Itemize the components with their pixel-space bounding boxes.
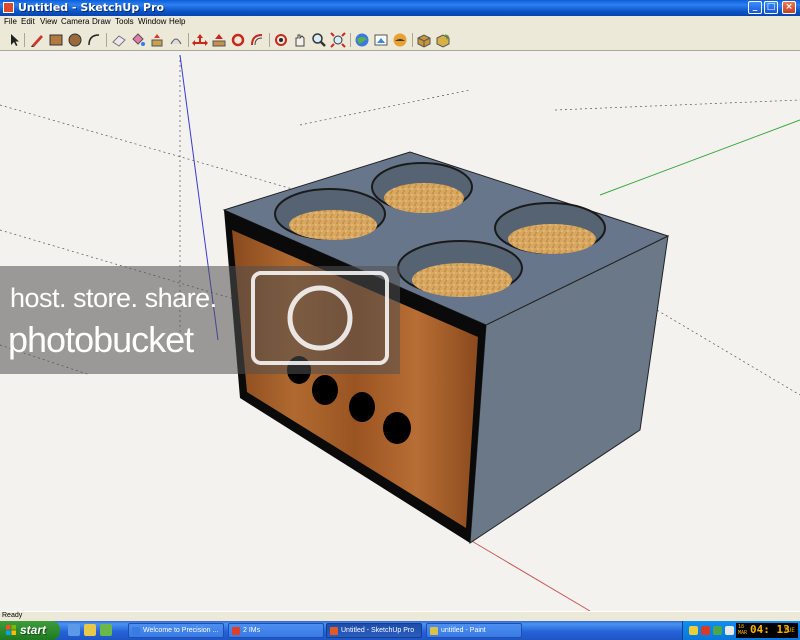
watermark-tagline: host. store. share. bbox=[10, 283, 217, 313]
title-bar: Untitled - SketchUp Pro _ □ × bbox=[0, 0, 800, 16]
components-icon[interactable] bbox=[416, 32, 432, 48]
front-port-hole bbox=[312, 375, 338, 405]
zoom-extents-icon[interactable] bbox=[330, 32, 346, 48]
sketchup-app-icon[interactable] bbox=[3, 2, 14, 13]
speaker-hole bbox=[274, 188, 386, 240]
browser-icon bbox=[132, 627, 140, 635]
task-sketchup[interactable]: Untitled - SketchUp Pro bbox=[326, 623, 422, 638]
menu-file[interactable]: File bbox=[4, 17, 17, 26]
tray-icon[interactable] bbox=[701, 626, 710, 635]
pan-hand-icon[interactable] bbox=[292, 32, 308, 48]
clock-weekday: TUE bbox=[784, 627, 795, 634]
start-label: start bbox=[20, 623, 47, 637]
clock-date-month: MAR bbox=[738, 630, 748, 636]
messenger-icon[interactable] bbox=[84, 624, 96, 636]
red-axis bbox=[469, 539, 591, 611]
close-button[interactable]: × bbox=[782, 1, 796, 14]
tray-icon[interactable] bbox=[725, 626, 734, 635]
rectangle-icon[interactable] bbox=[48, 32, 64, 48]
system-clock[interactable]: 18 MAR 04: 13 TUE bbox=[736, 623, 798, 638]
eraser-icon[interactable] bbox=[111, 32, 127, 48]
maximize-button[interactable]: □ bbox=[764, 1, 778, 14]
task-paint[interactable]: untitled - Paint bbox=[426, 623, 522, 638]
desktop-icon[interactable] bbox=[100, 624, 112, 636]
follow-me-icon[interactable] bbox=[168, 32, 184, 48]
google-earth-icon[interactable] bbox=[354, 32, 370, 48]
circle-icon[interactable] bbox=[67, 32, 83, 48]
menu-edit[interactable]: Edit bbox=[21, 17, 35, 26]
rotate-icon[interactable] bbox=[230, 32, 246, 48]
pencil-icon[interactable] bbox=[29, 32, 45, 48]
watermark-brand: photobucket bbox=[8, 319, 194, 360]
speaker-hole bbox=[494, 202, 606, 254]
menu-view[interactable]: View bbox=[40, 17, 57, 26]
move-icon[interactable] bbox=[192, 32, 208, 48]
clock-date: 18 MAR bbox=[738, 624, 747, 636]
menu-bar: File Edit View Camera Draw Tools Window … bbox=[0, 16, 800, 30]
select-arrow-icon[interactable] bbox=[6, 32, 22, 48]
start-button[interactable]: start bbox=[0, 621, 60, 640]
task-label: Untitled - SketchUp Pro bbox=[341, 627, 415, 634]
camera-logo-icon bbox=[251, 271, 389, 365]
windows-flag-icon bbox=[6, 625, 16, 635]
menu-camera[interactable]: Camera bbox=[61, 17, 89, 26]
front-port-hole bbox=[383, 412, 411, 444]
push-pull-icon[interactable] bbox=[149, 32, 165, 48]
status-text: Ready bbox=[2, 612, 23, 619]
toolbar-separator bbox=[412, 33, 413, 47]
orbit-icon[interactable] bbox=[273, 32, 289, 48]
materials-icon[interactable] bbox=[435, 32, 451, 48]
menu-tools[interactable]: Tools bbox=[115, 17, 134, 26]
paint-icon bbox=[430, 627, 438, 635]
toolbar-separator bbox=[106, 33, 107, 47]
arc-icon[interactable] bbox=[86, 32, 102, 48]
menu-draw[interactable]: Draw bbox=[92, 17, 111, 26]
task-label: Welcome to Precision ... bbox=[143, 627, 219, 634]
menu-help[interactable]: Help bbox=[169, 17, 185, 26]
tray-icon[interactable] bbox=[689, 626, 698, 635]
toolbar-separator bbox=[24, 33, 25, 47]
toolbar-separator bbox=[350, 33, 351, 47]
task-label: untitled - Paint bbox=[441, 627, 486, 634]
offset-icon[interactable] bbox=[249, 32, 265, 48]
toolbar-separator bbox=[269, 33, 270, 47]
internet-explorer-icon[interactable] bbox=[68, 624, 80, 636]
taskbar: start Welcome to Precision ... 2 IMs Unt… bbox=[0, 621, 800, 640]
green-axis bbox=[599, 119, 800, 196]
toolbar bbox=[0, 30, 800, 51]
front-port-hole bbox=[349, 392, 375, 422]
get-models-icon[interactable] bbox=[373, 32, 389, 48]
toolbar-separator bbox=[188, 33, 189, 47]
share-model-icon[interactable] bbox=[392, 32, 408, 48]
tray-icon[interactable] bbox=[713, 626, 722, 635]
push-tool-icon[interactable] bbox=[211, 32, 227, 48]
minimize-button[interactable]: _ bbox=[748, 1, 762, 14]
paint-bucket-icon[interactable] bbox=[130, 32, 146, 48]
task-ims[interactable]: 2 IMs bbox=[228, 623, 324, 638]
menu-window[interactable]: Window bbox=[138, 17, 166, 26]
zoom-icon[interactable] bbox=[311, 32, 327, 48]
im-icon bbox=[232, 627, 240, 635]
task-label: 2 IMs bbox=[243, 627, 261, 634]
task-precision-window[interactable]: Welcome to Precision ... bbox=[128, 623, 224, 638]
window-title: Untitled - SketchUp Pro bbox=[18, 1, 165, 14]
sketchup-icon bbox=[330, 627, 338, 635]
